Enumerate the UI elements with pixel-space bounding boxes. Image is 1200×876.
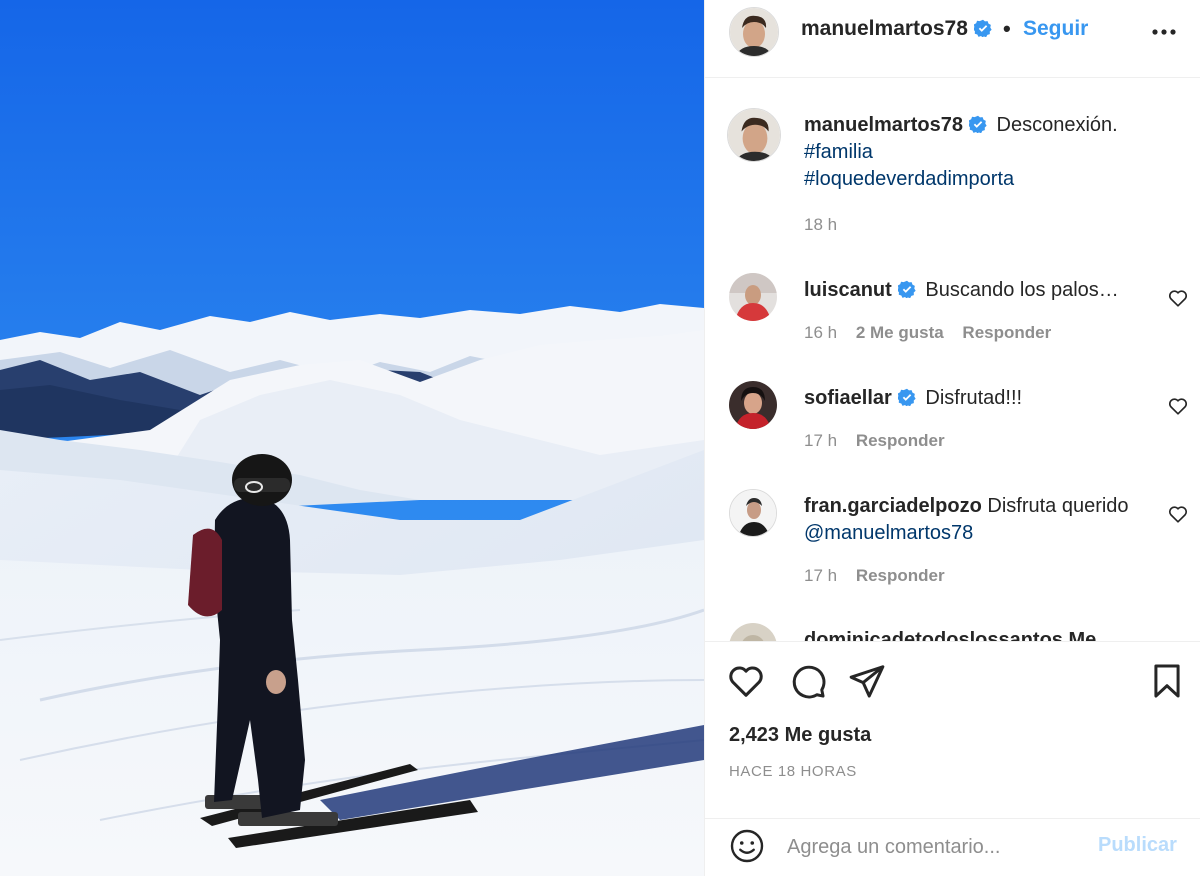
post-photo[interactable] — [0, 0, 704, 876]
caption: manuelmartos78 Desconexión. #familia #lo… — [727, 108, 1189, 268]
comment-mention[interactable]: @manuelmartos78 — [804, 522, 973, 544]
header-separator: • — [1003, 16, 1011, 41]
caption-text: manuelmartos78 Desconexión. #familia #lo… — [804, 112, 1154, 193]
commenter-avatar[interactable] — [729, 273, 777, 321]
hashtag-loquedeverdadimporta[interactable]: #loquedeverdadimporta — [804, 168, 1014, 190]
heart-icon[interactable] — [727, 662, 765, 700]
comment-text: fran.garciadelpozo Disfruta querido @man… — [804, 493, 1154, 547]
emoji-icon[interactable] — [729, 828, 765, 864]
comment-username[interactable]: dominicadetodoslossantos Me — [804, 629, 1096, 641]
commenter-avatar[interactable] — [729, 623, 777, 641]
comment-time[interactable]: 17 h — [804, 431, 837, 450]
ski-slope-image — [0, 0, 704, 876]
caption-time[interactable]: 18 h — [804, 215, 837, 234]
author-username[interactable]: manuelmartos78 — [801, 17, 992, 41]
comment-time[interactable]: 16 h — [804, 323, 837, 342]
caption-username[interactable]: manuelmartos78 — [804, 114, 963, 136]
caption-meta: 18 h — [804, 215, 851, 235]
reply-button[interactable]: Responder — [856, 566, 945, 585]
commenter-avatar[interactable] — [729, 381, 777, 429]
publish-button[interactable]: Publicar — [1098, 834, 1177, 857]
caption-message: Desconexión. — [996, 114, 1118, 136]
comment-meta: 17 h Responder — [804, 431, 959, 451]
verified-badge-icon — [897, 388, 916, 406]
commenter-avatar[interactable] — [729, 489, 777, 537]
like-comment-heart-icon[interactable] — [1167, 395, 1189, 417]
comment-meta: 17 h Responder — [804, 566, 959, 586]
likes-count[interactable]: 2,423 Me gusta — [729, 724, 871, 747]
bookmark-icon[interactable] — [1148, 662, 1186, 700]
comment-username[interactable]: sofiaellar — [804, 387, 892, 409]
verified-badge-icon — [897, 280, 916, 298]
like-comment-heart-icon[interactable] — [1167, 503, 1189, 525]
reply-button[interactable]: Responder — [856, 431, 945, 450]
comment-likes[interactable]: 2 Me gusta — [856, 323, 944, 342]
comment-message: Disfrutad!!! — [925, 387, 1023, 409]
reply-button[interactable]: Responder — [962, 323, 1051, 342]
comment-item: dominicadetodoslossantos Me — [729, 623, 1189, 641]
comment-message: Buscando los palos… — [925, 279, 1119, 301]
comment-meta: 16 h 2 Me gusta Responder — [804, 323, 1065, 343]
caption-avatar[interactable] — [727, 108, 781, 162]
comment-username[interactable]: luiscanut — [804, 279, 892, 301]
action-bar: 2,423 Me gusta HACE 18 HORAS — [705, 641, 1200, 819]
comment-text: sofiaellar Disfrutad!!! — [804, 385, 1154, 412]
comment-input[interactable] — [787, 831, 1087, 863]
comment-username[interactable]: fran.garciadelpozo — [804, 495, 982, 517]
comment-composer: Publicar — [705, 818, 1200, 876]
share-icon[interactable] — [848, 662, 886, 700]
comment-time[interactable]: 17 h — [804, 566, 837, 585]
post-timestamp[interactable]: HACE 18 HORAS — [729, 763, 857, 780]
hashtag-familia[interactable]: #familia — [804, 141, 873, 163]
comment-item: luiscanut Buscando los palos… 16 h 2 Me … — [729, 273, 1189, 363]
verified-badge-icon — [968, 115, 987, 133]
comment-text: dominicadetodoslossantos Me — [804, 627, 1154, 641]
author-avatar[interactable] — [729, 7, 779, 57]
like-comment-heart-icon[interactable] — [1167, 287, 1189, 309]
post-side-panel: manuelmartos78 • Seguir manuelmartos78 D… — [704, 0, 1200, 876]
comment-message: Disfruta querido — [987, 495, 1129, 517]
comment-icon[interactable] — [789, 662, 827, 700]
comment-text: luiscanut Buscando los palos… — [804, 277, 1154, 304]
comment-item: sofiaellar Disfrutad!!! 17 h Responder — [729, 381, 1189, 471]
more-options-icon[interactable] — [1149, 20, 1179, 44]
comments-list[interactable]: manuelmartos78 Desconexión. #familia #lo… — [705, 79, 1200, 641]
comment-item: fran.garciadelpozo Disfruta querido @man… — [729, 489, 1189, 599]
follow-button[interactable]: Seguir — [1023, 17, 1088, 41]
post-header: manuelmartos78 • Seguir — [705, 0, 1200, 78]
verified-badge-icon — [973, 19, 992, 37]
